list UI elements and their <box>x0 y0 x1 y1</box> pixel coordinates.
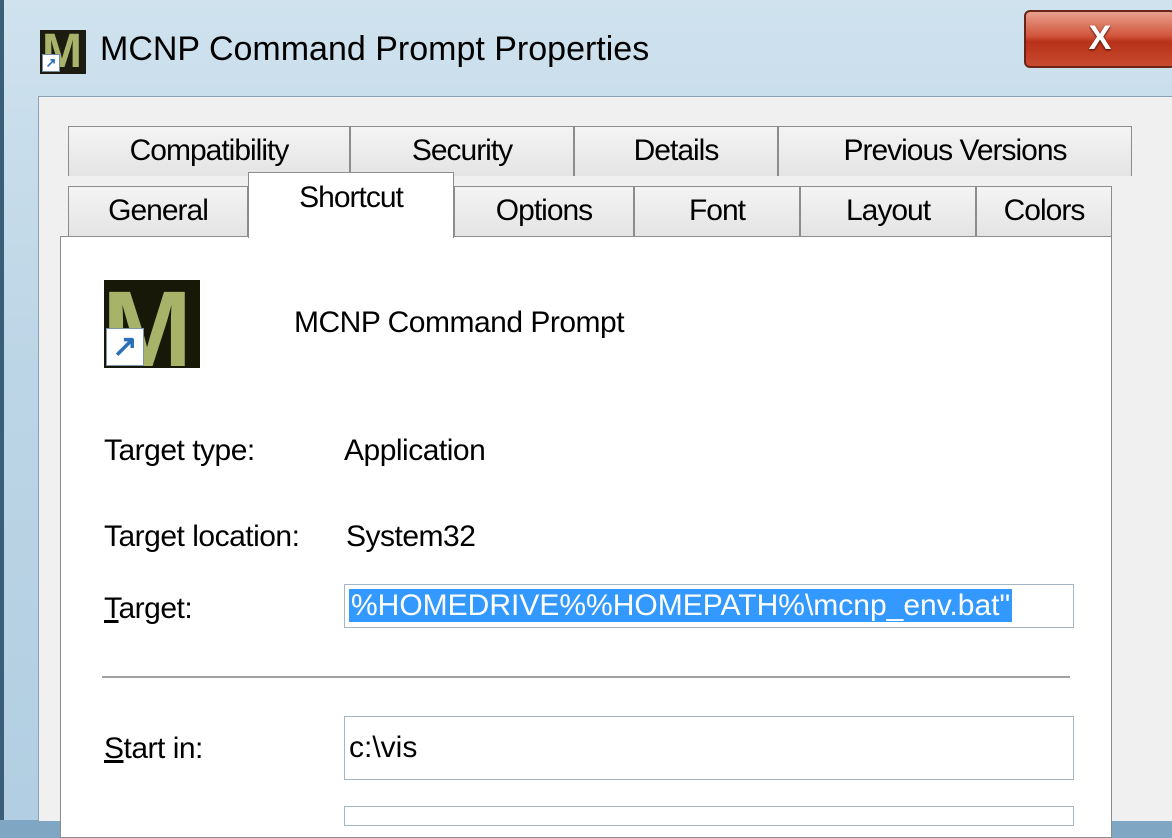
properties-window: M ↗ MCNP Command Prompt Properties X Com… <box>0 0 1172 838</box>
target-label: Target: <box>104 592 193 626</box>
close-button[interactable]: X <box>1024 10 1172 68</box>
tab-shortcut[interactable]: Shortcut <box>248 172 454 238</box>
section-divider <box>102 676 1070 679</box>
tab-compatibility[interactable]: Compatibility <box>68 126 350 176</box>
start-in-label-accelerator: S <box>104 732 124 765</box>
mcnp-app-icon: M ↗ <box>104 280 200 368</box>
target-type-value: Application <box>344 434 486 467</box>
target-field-selection: %HOMEDRIVE%%HOMEPATH%\mcnp_env.bat" <box>349 589 1013 622</box>
target-label-accelerator: T <box>104 592 119 625</box>
shortcut-arrow-icon: ↗ <box>106 328 144 366</box>
tab-font[interactable]: Font <box>634 186 800 236</box>
start-in-field[interactable]: c:\vis <box>344 716 1074 780</box>
start-in-label: Start in: <box>104 732 203 766</box>
tab-security[interactable]: Security <box>350 126 574 176</box>
target-label-text: arget: <box>118 592 193 625</box>
tab-previous-versions[interactable]: Previous Versions <box>778 126 1132 176</box>
shortcut-name: MCNP Command Prompt <box>294 306 625 339</box>
tab-details[interactable]: Details <box>574 126 778 176</box>
shortcut-arrow-icon: ↗ <box>42 54 60 72</box>
target-location-value: System32 <box>346 520 476 553</box>
start-in-label-text: tart in: <box>123 732 204 765</box>
target-field[interactable]: %HOMEDRIVE%%HOMEPATH%\mcnp_env.bat" <box>344 584 1074 628</box>
window-title: MCNP Command Prompt Properties <box>100 30 650 68</box>
mcnp-app-icon[interactable]: M ↗ <box>40 30 86 74</box>
tab-options[interactable]: Options <box>454 186 634 236</box>
close-icon: X <box>1088 19 1112 57</box>
tab-general[interactable]: General <box>68 186 248 236</box>
target-type-label: Target type: <box>104 434 255 467</box>
shortcut-key-field[interactable] <box>344 806 1074 826</box>
tab-colors[interactable]: Colors <box>976 186 1112 236</box>
tab-layout[interactable]: Layout <box>800 186 976 236</box>
target-location-label: Target location: <box>104 520 300 553</box>
